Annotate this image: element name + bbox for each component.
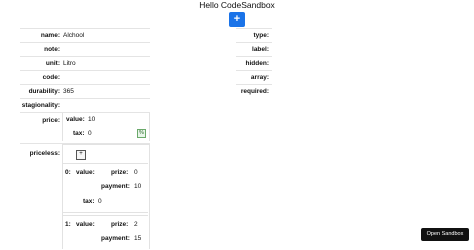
item-payment-label: payment:	[101, 183, 130, 190]
row-price: price: value: 10 tax: 0 %	[20, 113, 150, 144]
item-value-label: value:	[76, 221, 95, 228]
code-field[interactable]	[63, 74, 143, 82]
unit-label: unit:	[45, 60, 60, 67]
priceless-item: 0: value: prize: 0 payment: 10 tax: 0	[63, 163, 148, 213]
stagionality-field[interactable]	[63, 102, 143, 110]
price-value-label: value:	[66, 116, 85, 123]
type-label: type:	[253, 32, 269, 39]
durability-label: durability:	[28, 88, 60, 95]
price-tax-field[interactable]: 0	[88, 130, 92, 137]
row-stagionality: stagionality:	[20, 99, 150, 113]
row-code: code:	[20, 71, 150, 85]
priceless-label: priceless:	[29, 150, 60, 157]
item-payment-field[interactable]: 15	[134, 235, 141, 242]
item-payment-field[interactable]: 10	[134, 183, 141, 190]
array-label: array:	[250, 74, 269, 81]
item-prize-label: prize:	[111, 169, 129, 176]
row-label: label:	[236, 43, 272, 57]
item-tax-label: tax:	[83, 198, 95, 205]
row-priceless: priceless: + 0: value: prize: 0 payment:…	[20, 144, 150, 249]
label-label: label:	[252, 46, 269, 53]
priceless-item: 1: value: prize: 2 payment: 15	[63, 215, 148, 250]
page-title: Hello CodeSandbox	[199, 0, 275, 10]
price-tax-label: tax:	[73, 130, 85, 137]
item-tax-field[interactable]: 0	[98, 198, 102, 205]
name-field[interactable]: Alchool	[63, 32, 84, 39]
price-group: value: 10 tax: 0 %	[62, 113, 150, 141]
note-field[interactable]	[63, 46, 143, 54]
item-payment-label: payment:	[101, 235, 130, 242]
meta-panel: type: label: hidden: array: required:	[236, 28, 272, 99]
durability-field[interactable]: 365	[63, 88, 74, 95]
row-type: type:	[236, 29, 272, 43]
item-value-label: value:	[76, 169, 95, 176]
unit-field[interactable]: Litro	[63, 60, 76, 67]
row-durability: durability: 365	[20, 85, 150, 99]
item-prize-field[interactable]: 2	[134, 221, 138, 228]
form-panel: name: Alchool note: unit: Litro code: du…	[20, 28, 150, 249]
row-note: note:	[20, 43, 150, 57]
code-label: code:	[42, 74, 60, 81]
item-prize-label: prize:	[111, 221, 129, 228]
name-label: name:	[40, 32, 60, 39]
price-value-field[interactable]: 10	[88, 116, 95, 123]
open-sandbox-button[interactable]: Open Sandbox	[421, 228, 469, 241]
item-prize-field[interactable]: 0	[134, 169, 138, 176]
note-label: note:	[44, 46, 60, 53]
row-array: array:	[236, 71, 272, 85]
add-button[interactable]: +	[229, 12, 245, 27]
row-required: required:	[236, 85, 272, 98]
item-index: 1:	[65, 221, 71, 228]
row-hidden: hidden:	[236, 57, 272, 71]
required-label: required:	[240, 88, 269, 95]
add-priceless-button[interactable]: +	[76, 150, 86, 160]
row-unit: unit: Litro	[20, 57, 150, 71]
price-label: price:	[42, 117, 60, 124]
hidden-label: hidden:	[245, 60, 269, 67]
item-index: 0:	[65, 169, 71, 176]
row-name: name: Alchool	[20, 29, 150, 43]
percent-toggle-button[interactable]: %	[137, 129, 146, 138]
priceless-group: + 0: value: prize: 0 payment: 10 tax: 0 …	[62, 144, 150, 249]
stagionality-label: stagionality:	[21, 102, 60, 109]
